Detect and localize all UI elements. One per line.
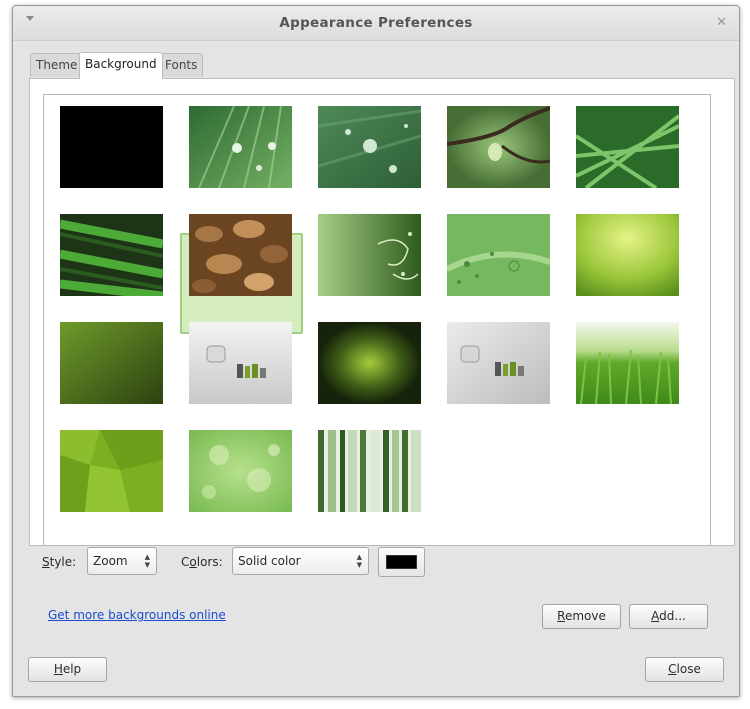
wallpaper-thumb-branch-with-drop[interactable]: [447, 106, 550, 188]
colors-label: Colors:: [181, 555, 223, 569]
tab-background[interactable]: Background: [79, 52, 163, 79]
tab-fonts[interactable]: Fonts: [159, 53, 204, 77]
close-window-icon[interactable]: ✕: [716, 15, 727, 30]
close-mnemonic: C: [668, 662, 677, 676]
wallpaper-thumb-green-swirl-vector[interactable]: [318, 214, 421, 296]
get-more-backgrounds-link[interactable]: Get more backgrounds online: [48, 608, 226, 622]
wallpaper-thumb-green-circles-vector[interactable]: [447, 214, 550, 296]
tab-theme[interactable]: Theme: [30, 53, 84, 77]
wallpaper-thumb-yellow-green-glow[interactable]: [576, 214, 679, 296]
style-label: Style:: [42, 555, 76, 569]
wallpaper-thumb-dark-green-gradient[interactable]: [60, 322, 163, 404]
colors-label-rest: lors:: [196, 555, 223, 569]
wallpaper-thumb-linux-mint-logo-grey[interactable]: [189, 322, 292, 404]
wallpaper-thumb-green-grass-field[interactable]: [576, 322, 679, 404]
wallpaper-thumb-black-solid[interactable]: [60, 106, 163, 188]
wallpaper-thumb-green-polygons[interactable]: [60, 430, 163, 512]
help-mnemonic: H: [53, 662, 63, 676]
add-mnemonic: A: [651, 609, 660, 623]
wallpaper-thumb-green-grass-blades[interactable]: [576, 106, 679, 188]
close-rest: lose: [676, 662, 701, 676]
window-title: Appearance Preferences: [279, 15, 473, 31]
close-button[interactable]: Close: [645, 657, 724, 682]
style-value: Zoom: [93, 554, 128, 568]
style-label-mnemonic: S: [42, 555, 50, 569]
color-picker-button[interactable]: [378, 547, 425, 577]
colors-combobox[interactable]: Solid color ▲ ▼: [232, 547, 369, 575]
add-rest: dd...: [659, 609, 686, 623]
wallpaper-thumb-water-drops-on-leaf[interactable]: [318, 106, 421, 188]
style-label-rest: tyle:: [49, 555, 77, 569]
colors-value: Solid color: [238, 554, 301, 568]
wallpaper-thumb-green-vertical-stripes[interactable]: [318, 430, 421, 512]
wallpaper-thumb-linux-mint-logo-grey-2[interactable]: [447, 322, 550, 404]
remove-button[interactable]: Remove: [542, 604, 621, 629]
wallpaper-thumb-dark-green-radial[interactable]: [318, 322, 421, 404]
color-swatch: [386, 555, 417, 569]
style-combobox[interactable]: Zoom ▲ ▼: [87, 547, 157, 575]
help-button[interactable]: Help: [28, 657, 107, 682]
remove-rest: emove: [564, 609, 606, 623]
spin-arrows-icon: ▲ ▼: [356, 553, 362, 569]
appearance-preferences-window: Appearance Preferences ✕ Theme Backgroun…: [12, 5, 740, 697]
titlebar[interactable]: Appearance Preferences ✕: [13, 6, 739, 41]
wallpaper-thumb-green-leaf-drops[interactable]: [189, 106, 292, 188]
wallpaper-thumb-fern-fronds[interactable]: [60, 214, 163, 296]
remove-mnemonic: R: [557, 609, 565, 623]
help-rest: elp: [62, 662, 82, 676]
spin-arrows-icon: ▲ ▼: [144, 553, 150, 569]
colors-label-mnemonic: o: [189, 555, 197, 569]
wallpaper-thumb-green-bokeh[interactable]: [189, 430, 292, 512]
wallpaper-thumb-pebbles-in-water[interactable]: [189, 214, 292, 296]
add-button[interactable]: Add...: [629, 604, 708, 629]
